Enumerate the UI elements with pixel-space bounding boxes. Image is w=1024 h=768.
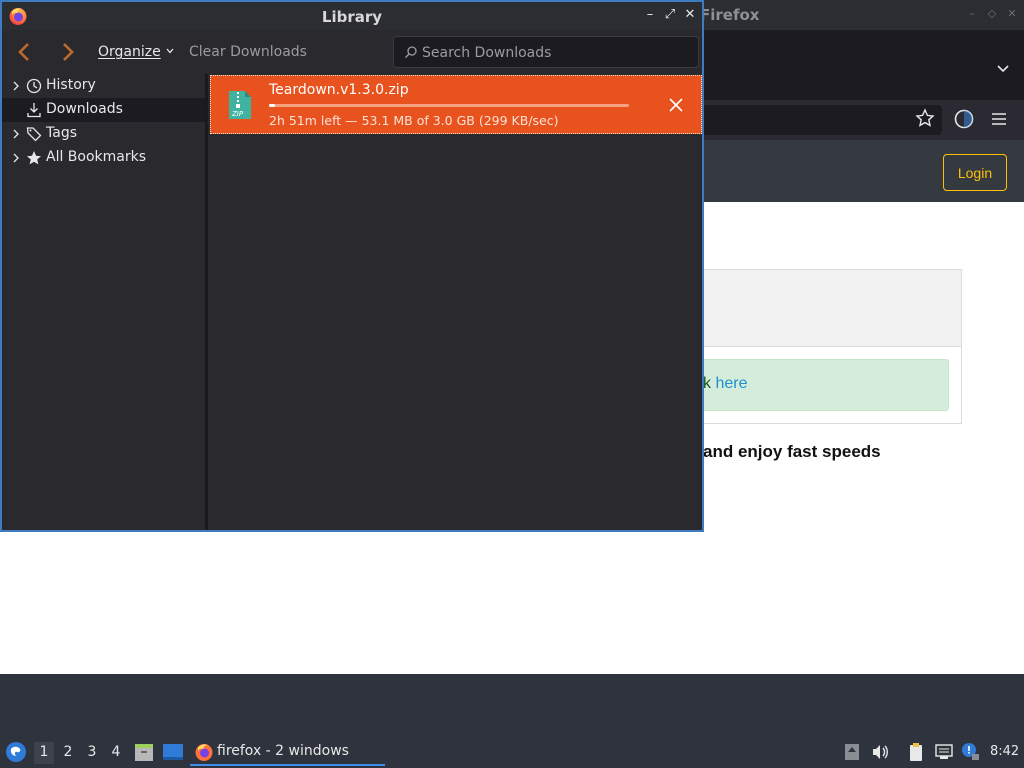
sidebar-item-label: Downloads — [46, 101, 123, 117]
workspace-2-button[interactable]: 2 — [58, 742, 78, 764]
firefox-minimize-button[interactable]: – — [966, 8, 978, 20]
taskbar-task-label: firefox - 2 windows — [217, 743, 349, 759]
chevron-right-icon[interactable] — [11, 151, 21, 165]
page-card-header — [681, 270, 961, 347]
login-button[interactable]: Login — [943, 154, 1007, 191]
sidebar-item-label: All Bookmarks — [46, 149, 147, 165]
sidebar-item-label: History — [46, 77, 96, 93]
download-icon — [26, 102, 42, 118]
page-tagline: and enjoy fast speeds — [703, 442, 881, 461]
organize-menu-button[interactable]: Organize — [98, 44, 175, 60]
download-filename: Teardown.v1.3.0.zip — [269, 82, 409, 98]
library-close-button[interactable]: ✕ — [682, 7, 698, 23]
page-alert-text: k here — [703, 375, 747, 393]
notification-icon[interactable] — [960, 742, 980, 762]
sidebar-item-label: Tags — [46, 125, 77, 141]
sidebar-item-all-bookmarks[interactable]: All Bookmarks — [2, 146, 205, 170]
search-downloads-input[interactable] — [422, 43, 682, 63]
svg-text:ZIP: ZIP — [231, 110, 244, 118]
chevron-right-icon[interactable] — [11, 79, 21, 93]
firefox-maximize-button[interactable]: ◇ — [986, 8, 998, 20]
hamburger-menu-icon[interactable] — [990, 110, 1008, 128]
search-icon — [404, 45, 418, 59]
sidebar-item-downloads[interactable]: Downloads — [2, 98, 205, 122]
library-maximize-button[interactable]: ⤢ — [662, 7, 678, 23]
library-window-title: Library — [321, 8, 383, 26]
library-sidebar: History Downloads Tags All Bookmarks — [2, 74, 205, 530]
firefox-close-button[interactable]: ✕ — [1006, 8, 1018, 20]
page-alert-text-fragment: k — [703, 375, 716, 392]
chevron-down-icon — [165, 44, 175, 60]
clear-downloads-button[interactable]: Clear Downloads — [189, 44, 307, 60]
clipboard-icon[interactable] — [906, 742, 926, 762]
download-item[interactable]: ZIP Teardown.v1.3.0.zip 2h 51m left — 53… — [210, 75, 702, 134]
back-arrow-icon[interactable] — [14, 40, 34, 64]
workspace-3-button[interactable]: 3 — [82, 742, 102, 764]
tag-icon — [26, 126, 42, 142]
sidebar-item-tags[interactable]: Tags — [2, 122, 205, 146]
library-window: Library – ⤢ ✕ Organize Clear Downloads H… — [0, 0, 704, 532]
workspace-4-button[interactable]: 4 — [106, 742, 126, 764]
list-all-tabs-icon[interactable] — [996, 62, 1010, 80]
downloads-list: ZIP Teardown.v1.3.0.zip 2h 51m left — 53… — [208, 74, 702, 530]
volume-icon[interactable] — [870, 742, 890, 762]
search-downloads-box[interactable] — [393, 36, 699, 68]
download-progress-fill — [269, 104, 275, 107]
clock-icon — [26, 78, 42, 94]
library-titlebar: Library – ⤢ ✕ — [2, 2, 702, 30]
firefox-window-title: Firefox — [700, 6, 760, 24]
sidebar-item-history[interactable]: History — [2, 74, 205, 98]
firefox-logo-icon — [194, 742, 214, 762]
library-minimize-button[interactable]: – — [642, 7, 658, 23]
page-alert-link[interactable]: here — [715, 375, 747, 392]
workspace-1-button[interactable]: 1 — [34, 742, 54, 764]
cancel-download-icon[interactable] — [667, 96, 685, 114]
clock[interactable]: 8:42 — [990, 744, 1019, 759]
library-toolbar: Organize Clear Downloads — [2, 30, 702, 74]
star-icon — [26, 150, 42, 166]
network-icon[interactable] — [934, 742, 954, 762]
taskbar-task-firefox[interactable]: firefox - 2 windows — [190, 739, 385, 766]
desktop-panel-area — [0, 674, 1024, 736]
updates-tray-icon[interactable] — [842, 742, 862, 762]
forward-arrow-icon[interactable] — [58, 40, 78, 64]
account-icon[interactable] — [953, 108, 975, 130]
bookmark-star-icon[interactable] — [915, 108, 935, 128]
organize-label: Organize — [98, 44, 161, 60]
file-manager-icon[interactable] — [134, 742, 154, 762]
download-progress-bar — [269, 104, 629, 107]
zip-file-icon: ZIP — [227, 90, 253, 120]
download-status-text: 2h 51m left — 53.1 MB of 3.0 GB (299 KB/… — [269, 113, 559, 128]
start-menu-icon[interactable] — [4, 740, 28, 764]
show-desktop-icon[interactable] — [162, 743, 184, 761]
chevron-right-icon[interactable] — [11, 127, 21, 141]
taskbar: 1 2 3 4 firefox - 2 windows 8:42 — [0, 736, 1024, 768]
